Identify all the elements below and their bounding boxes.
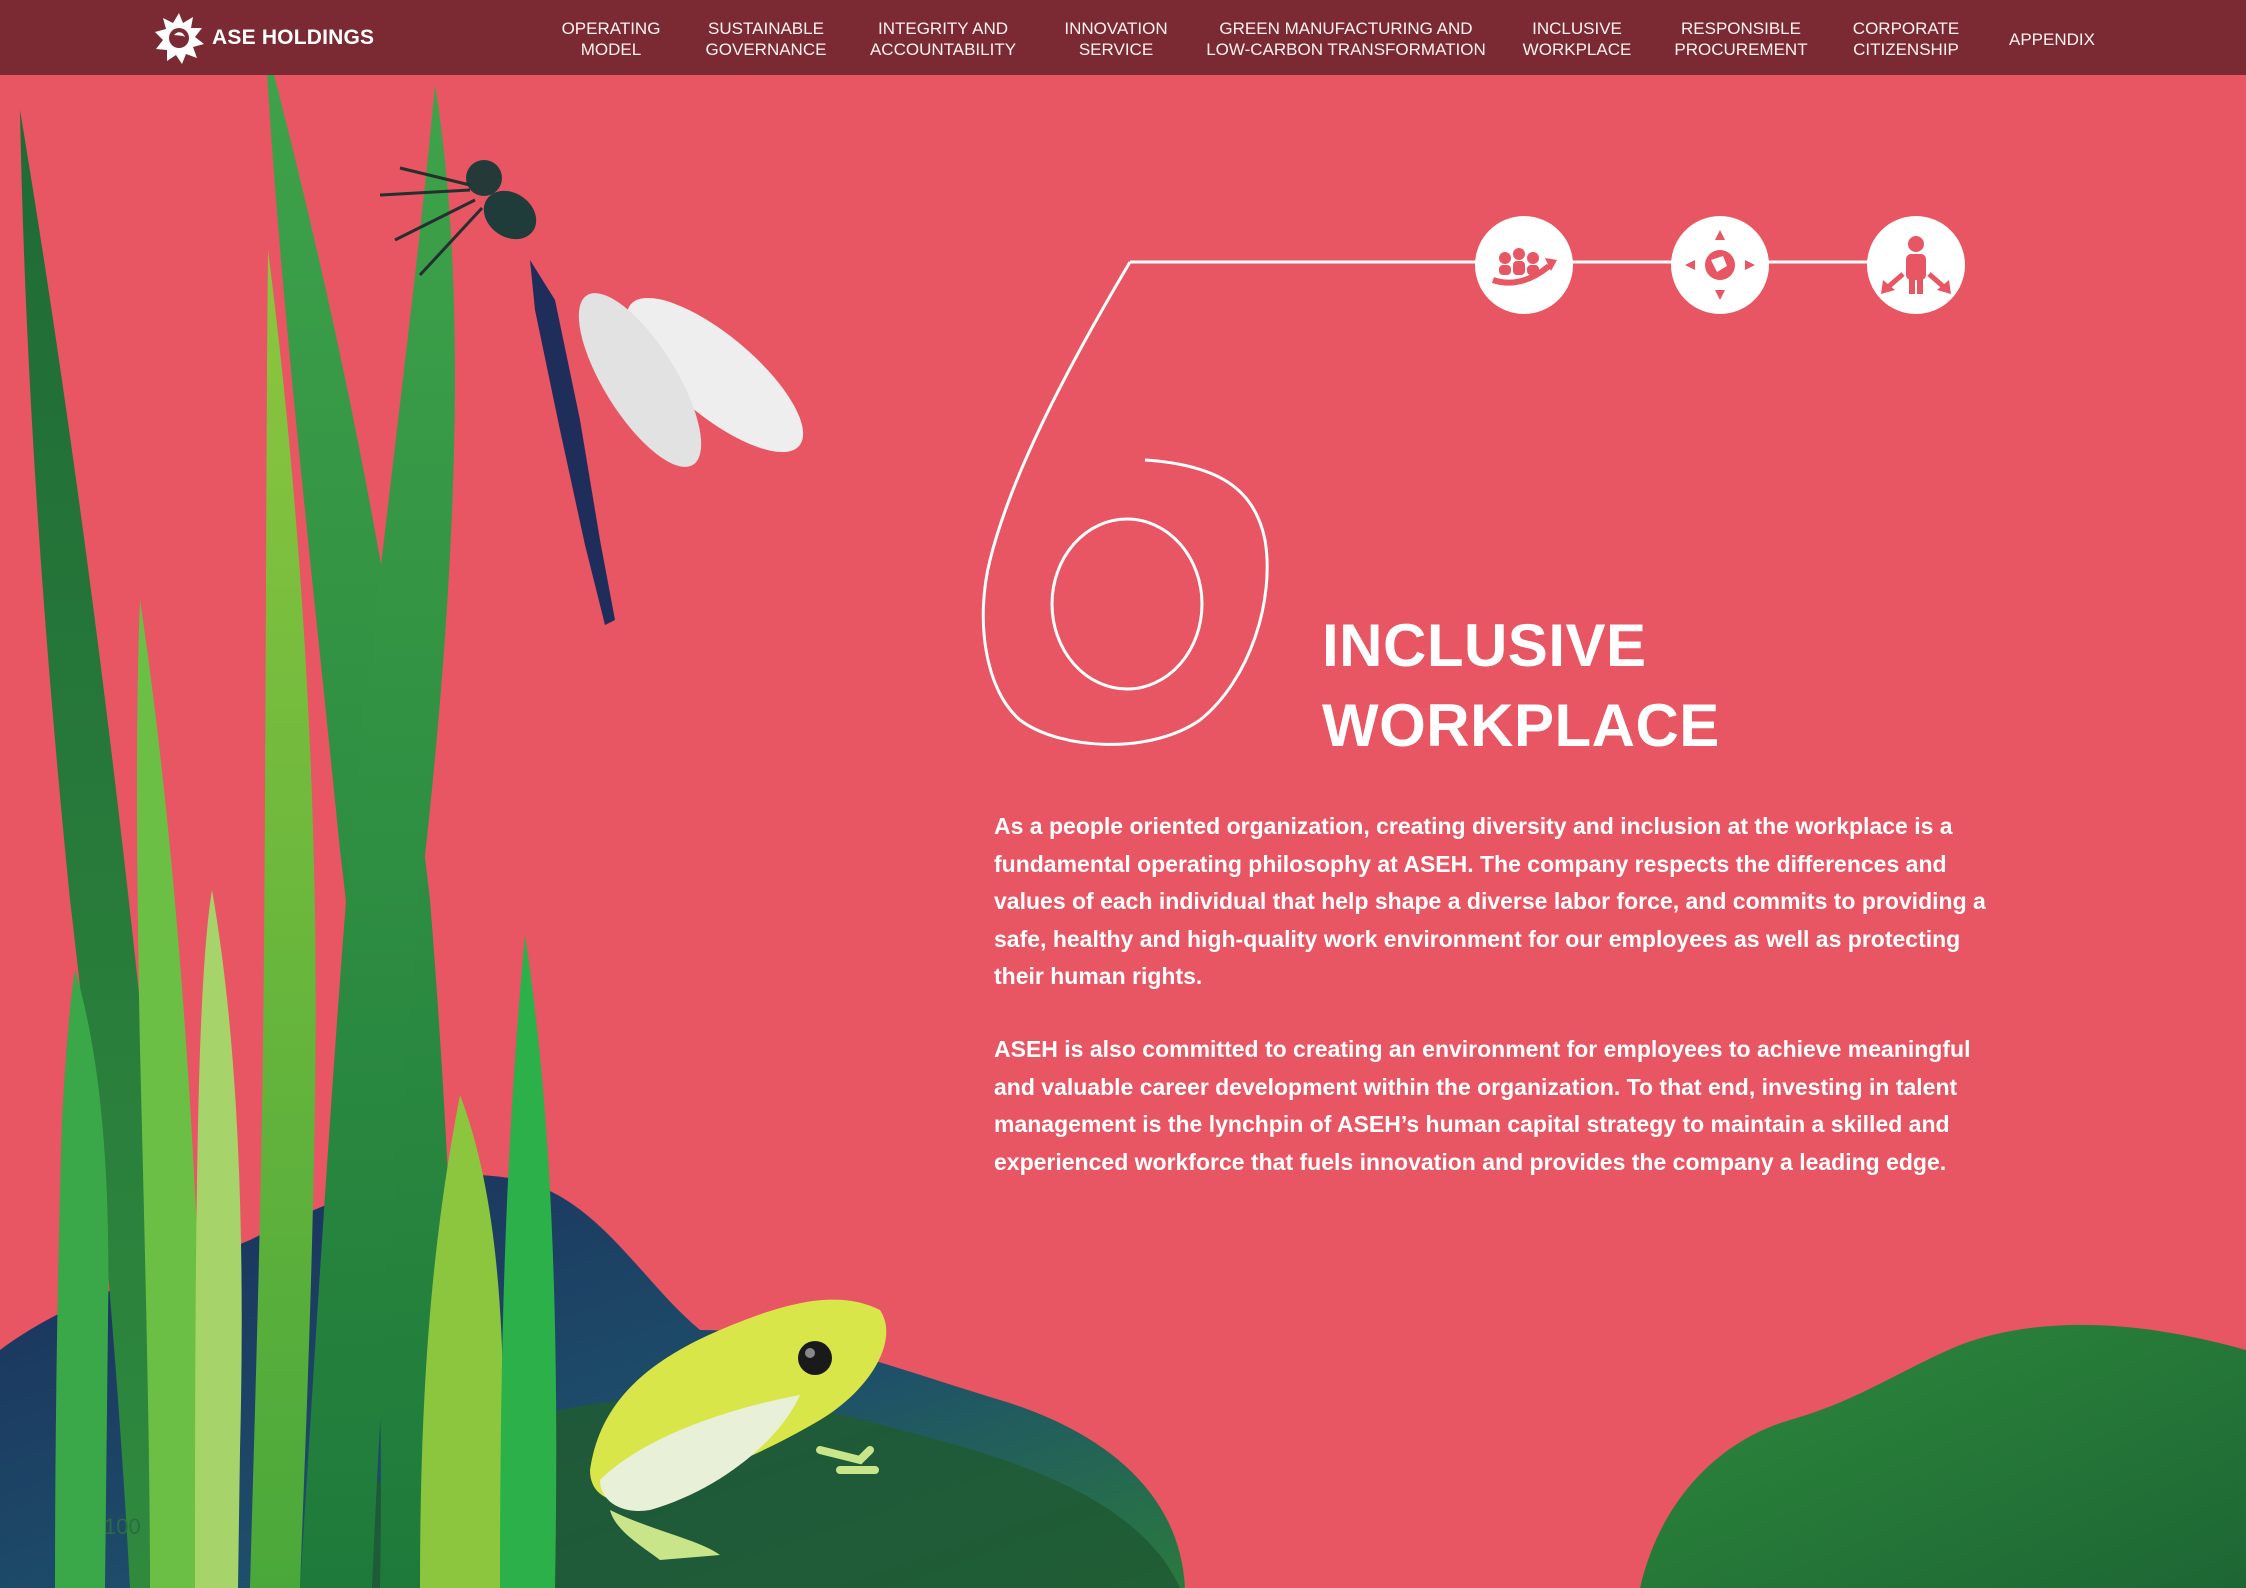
nav-corporate-citizenship[interactable]: CORPORATE CITIZENSHIP [1853,18,1959,60]
nav-innovation-service[interactable]: INNOVATION SERVICE [1064,18,1167,60]
top-navigation-bar: ASE HOLDINGS OPERATING MODEL SUSTAINABLE… [0,0,2246,75]
grass-blade [195,890,242,1588]
nav-sustainable-governance[interactable]: SUSTAINABLE GOVERNANCE [706,18,827,60]
brand-logo[interactable]: ASE HOLDINGS [152,13,375,64]
page-number: 100 [104,1514,141,1539]
chapter-title: INCLUSIVE WORKPLACE [1322,606,1720,766]
brand-name: ASE HOLDINGS [212,26,375,49]
intro-paragraph-1: As a people oriented organization, creat… [994,813,1986,989]
grass-blade [500,935,557,1588]
chapter-title-line2: WORKPLACE [1322,692,1720,759]
mound-right [1640,1324,2246,1588]
nav-green-manufacturing[interactable]: GREEN MANUFACTURING AND LOW-CARBON TRANS… [1206,18,1486,60]
nav-inclusive-workplace[interactable]: INCLUSIVE WORKPLACE [1523,18,1632,60]
sun-logo-icon [155,13,204,64]
globe-arrows-icon [1671,216,1769,314]
nav-operating-model[interactable]: OPERATING MODEL [562,18,661,60]
nav-responsible-procurement[interactable]: RESPONSIBLE PROCUREMENT [1674,18,1807,60]
chapter-number-outline [981,261,1269,746]
team-growth-icon [1475,216,1573,314]
nav-integrity-accountability[interactable]: INTEGRITY AND ACCOUNTABILITY [870,18,1016,60]
intro-paragraph-2: ASEH is also committed to creating an en… [994,1036,1971,1175]
person-arrows-icon [1867,216,1965,314]
chapter-title-line1: INCLUSIVE [1322,612,1647,679]
nav-appendix[interactable]: APPENDIX [2009,29,2095,50]
